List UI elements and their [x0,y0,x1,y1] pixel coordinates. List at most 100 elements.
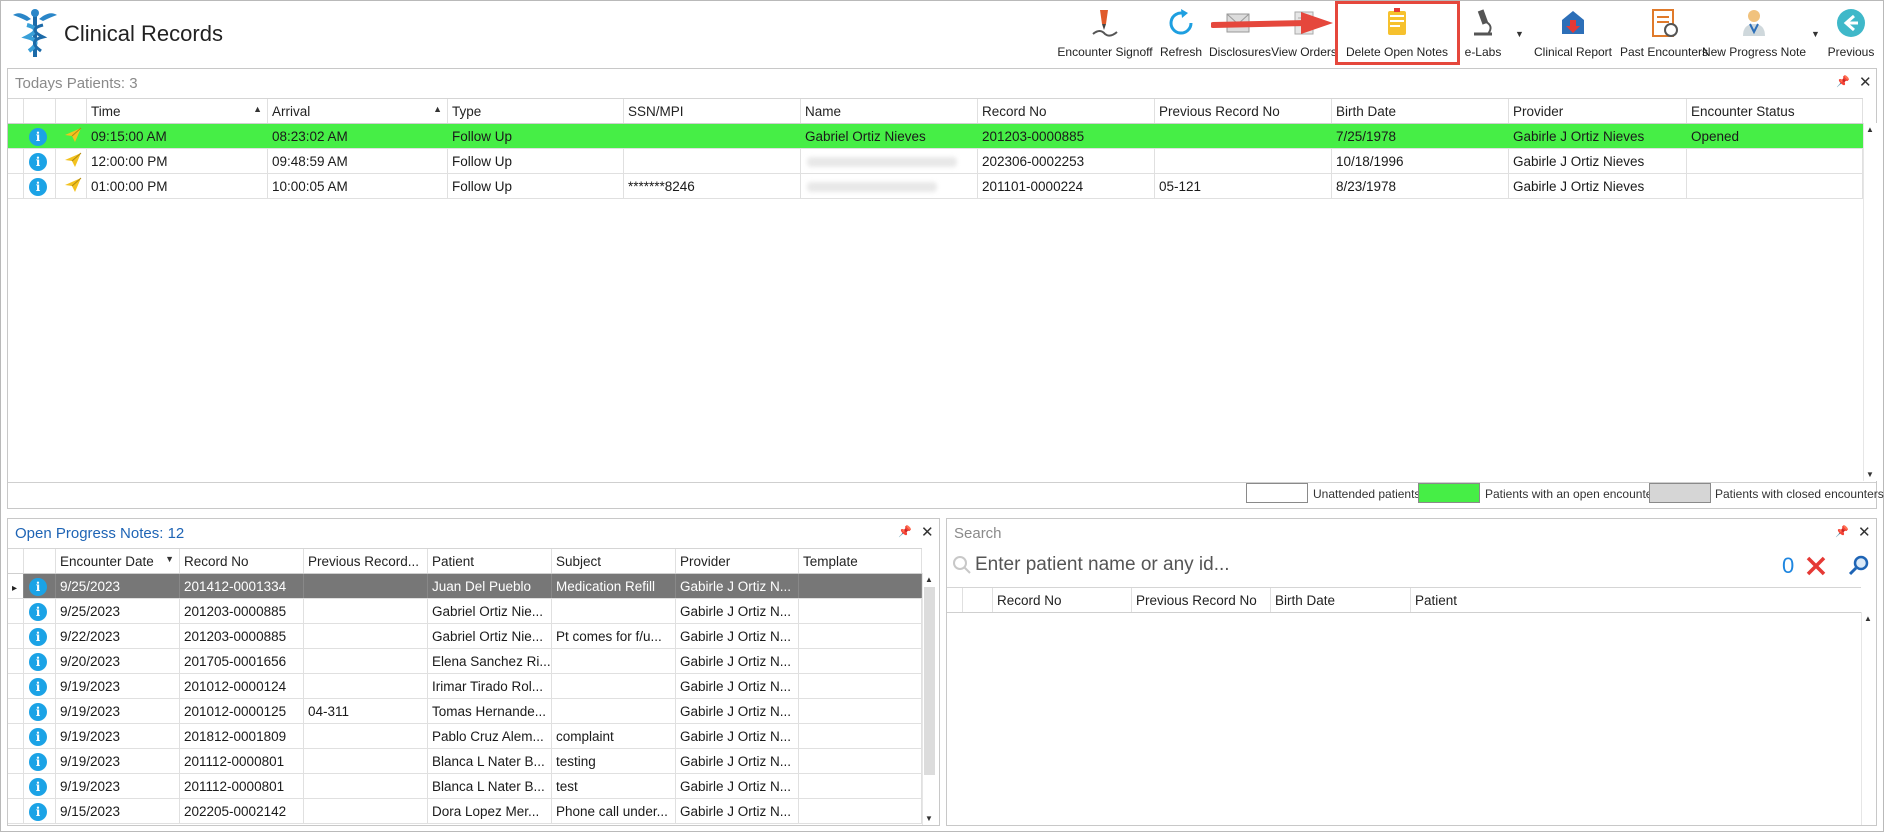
subject-cell [552,674,676,698]
search-title: Search [954,525,1002,542]
scroll-thumb[interactable] [924,587,935,775]
todays-scrollbar[interactable]: ▲ ▼ [1863,123,1877,481]
type-cell: Follow Up [448,149,624,173]
new-progress-note-button[interactable]: New Progress Note [1695,3,1813,63]
info-cell[interactable]: i [24,674,56,698]
info-icon[interactable]: i [29,578,47,596]
scroll-up-icon[interactable]: ▲ [1866,125,1874,134]
col-header-birth-date[interactable]: Birth Date [1332,99,1509,123]
info-cell[interactable]: i [24,724,56,748]
close-icon[interactable]: ✕ [1859,73,1872,91]
col-header-time[interactable]: Time ▲ [87,99,268,123]
subject-cell [552,649,676,673]
col-header-encounter-date[interactable]: Encounter Date ▼ [56,549,180,573]
table-row[interactable]: i 12:00:00 PM 09:48:59 AM Follow Up 2023… [8,149,1863,174]
col-header-encounter-status[interactable]: Encounter Status [1687,99,1863,123]
col-header-previous-record-no[interactable]: Previous Record No [1155,99,1332,123]
search-scrollbar[interactable]: ▲ [1861,612,1875,825]
pin-icon[interactable]: 📌 [1836,75,1850,88]
scroll-down-icon[interactable]: ▼ [1866,470,1874,479]
e-labs-button[interactable]: e-Labs [1457,3,1509,63]
info-icon[interactable]: i [29,803,47,821]
table-row[interactable]: i 9/19/2023 201012-0000124 Irimar Tirado Ro… [8,674,922,699]
table-row[interactable]: i 9/19/2023 201812-0001809 Pablo Cruz Alem.… [8,724,922,749]
info-icon[interactable]: i [29,678,47,696]
info-cell[interactable]: i [24,774,56,798]
previous-button[interactable]: Previous [1821,3,1881,63]
scroll-up-icon[interactable]: ▲ [1864,614,1872,623]
e-labs-dropdown-arrow-icon[interactable]: ▼ [1515,29,1524,39]
info-cell[interactable]: i [24,174,56,198]
encounter-signoff-button[interactable]: Encounter Signoff [1057,3,1153,63]
provider-cell: Gabirle J Ortiz N... [676,699,799,723]
table-row[interactable]: i 9/22/2023 201203-0000885 Gabriel Ortiz Ni… [8,624,922,649]
info-icon[interactable]: i [29,128,47,146]
table-row[interactable]: i 9/19/2023 201012-0000125 04-311 Tomas Hern… [8,699,922,724]
table-row[interactable]: i 9/15/2023 202205-0002142 Dora Lopez Mer..… [8,799,922,824]
col-header-patient[interactable]: Patient [428,549,552,573]
provider-cell: Gabirle J Ortiz N... [676,574,799,598]
col-header-ssn[interactable]: SSN/MPI [624,99,801,123]
info-cell[interactable]: i [24,124,56,148]
clinical-records-window: Clinical Records Encounter Signoff Refre… [0,0,1884,832]
clinical-report-button[interactable]: Clinical Report [1525,3,1621,63]
info-cell[interactable]: i [24,624,56,648]
pin-icon[interactable]: 📌 [898,525,912,538]
progress-note-dropdown-arrow-icon[interactable]: ▼ [1811,29,1820,39]
provider-cell: Gabirle J Ortiz N... [676,649,799,673]
info-cell[interactable]: i [24,749,56,773]
template-cell [799,799,922,823]
col-header-patient[interactable]: Patient [1411,588,1861,612]
info-cell[interactable]: i [24,574,56,598]
info-icon[interactable]: i [29,653,47,671]
info-icon[interactable]: i [29,178,47,196]
encounter-date-cell: 9/20/2023 [56,649,180,673]
info-icon[interactable]: i [29,703,47,721]
birth-date-cell: 8/23/1978 [1332,174,1509,198]
col-header-record-no[interactable]: Record No [978,99,1155,123]
col-header-type[interactable]: Type [448,99,624,123]
info-icon[interactable]: i [29,728,47,746]
scroll-down-icon[interactable]: ▼ [925,814,933,823]
info-cell[interactable]: i [24,699,56,723]
info-cell[interactable]: i [24,149,56,173]
info-cell[interactable]: i [24,799,56,823]
col-header-record-no[interactable]: Record No [180,549,304,573]
current-row-arrow-icon: ▸ [12,583,18,594]
table-row[interactable]: i 9/19/2023 201112-0000801 Blanca L Nater B… [8,749,922,774]
previous-record-cell [304,799,428,823]
clear-search-icon[interactable] [1805,555,1827,577]
search-go-icon[interactable] [1848,554,1870,576]
col-header-template[interactable]: Template [799,549,922,573]
refresh-button[interactable]: Refresh [1153,3,1209,63]
col-header-provider[interactable]: Provider [676,549,799,573]
info-icon[interactable]: i [29,628,47,646]
col-header-arrival[interactable]: Arrival ▲ [268,99,448,123]
microscope-icon [1474,9,1492,36]
info-icon[interactable]: i [29,778,47,796]
info-icon[interactable]: i [29,603,47,621]
scroll-up-icon[interactable]: ▲ [925,575,933,584]
table-row[interactable]: i 09:15:00 AM 08:23:02 AM Follow Up Gabr… [8,124,1863,149]
pin-icon[interactable]: 📌 [1835,525,1849,538]
info-cell[interactable]: i [24,599,56,623]
col-header-subject[interactable]: Subject [552,549,676,573]
col-header-birth-date[interactable]: Birth Date [1271,588,1411,612]
table-row[interactable]: ▸ i 9/25/2023 201412-0001334 Juan Del Pueblo… [8,574,922,599]
close-icon[interactable]: ✕ [1858,523,1871,541]
col-header-name[interactable]: Name [801,99,978,123]
col-header-record-no[interactable]: Record No [993,588,1132,612]
table-row[interactable]: i 9/19/2023 201112-0000801 Blanca L Nater B… [8,774,922,799]
close-icon[interactable]: ✕ [921,523,934,541]
col-header-previous-record[interactable]: Previous Record... [304,549,428,573]
info-cell[interactable]: i [24,649,56,673]
info-icon[interactable]: i [29,153,47,171]
table-row[interactable]: i 01:00:00 PM 10:00:05 AM Follow Up ****… [8,174,1863,199]
info-icon[interactable]: i [29,753,47,771]
patient-search-input[interactable] [975,553,1615,577]
col-header-provider[interactable]: Provider [1509,99,1687,123]
table-row[interactable]: i 9/20/2023 201705-0001656 Elena Sanchez Ri… [8,649,922,674]
notes-scrollbar[interactable]: ▲ ▼ [922,573,936,825]
table-row[interactable]: i 9/25/2023 201203-0000885 Gabriel Ortiz Ni… [8,599,922,624]
col-header-previous-record-no[interactable]: Previous Record No [1132,588,1271,612]
